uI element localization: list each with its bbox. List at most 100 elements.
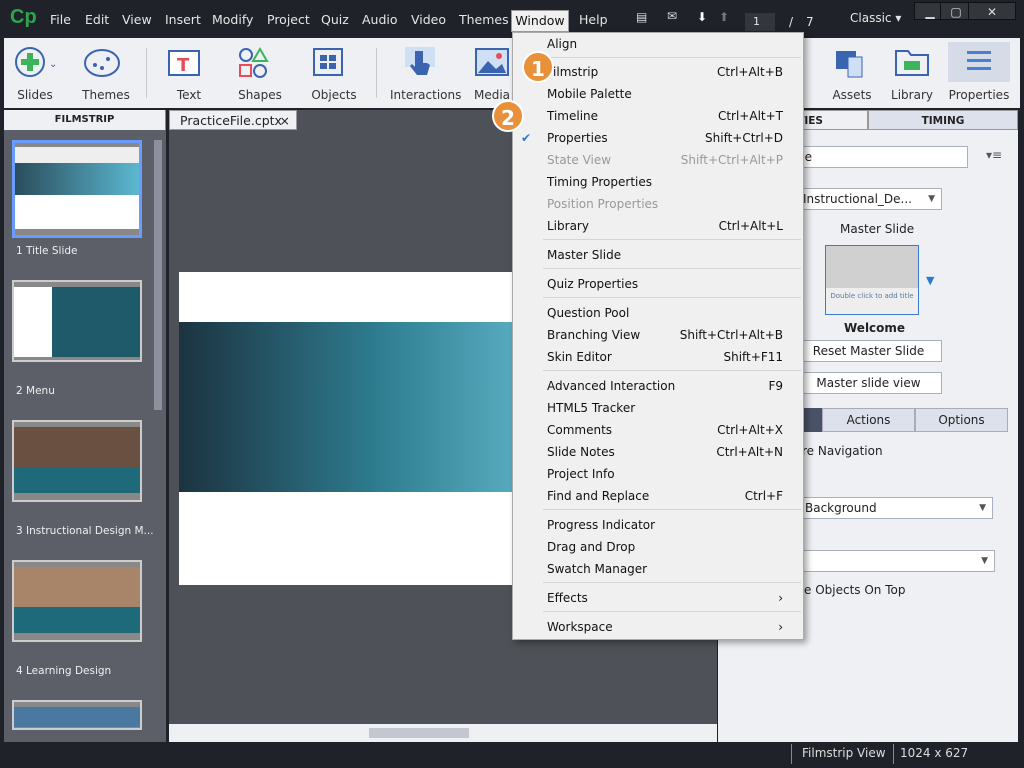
menu-item-label: Align bbox=[547, 37, 578, 51]
assets-button[interactable]: Assets bbox=[830, 44, 874, 102]
master-slide-label: Master Slide bbox=[840, 222, 915, 236]
menu-item-slide-notes[interactable]: Slide Notes Ctrl+Alt+N bbox=[513, 441, 803, 463]
menu-item-label: Advanced Interaction bbox=[547, 379, 676, 393]
menu-item-comments[interactable]: Comments Ctrl+Alt+X bbox=[513, 419, 803, 441]
master-slide-view-button[interactable]: Master slide view bbox=[795, 372, 942, 394]
menu-item-question-pool[interactable]: Question Pool bbox=[513, 302, 803, 324]
background-dropdown[interactable]: Background ▼ bbox=[798, 497, 993, 519]
menu-item-label: Effects bbox=[547, 591, 588, 605]
themes-button[interactable]: Themes bbox=[78, 44, 134, 102]
slides-button[interactable]: ⌄ Slides bbox=[10, 44, 60, 102]
master-theme-dropdown[interactable]: Instructional_De... ▼ bbox=[790, 188, 942, 210]
menu-item-workspace[interactable]: Workspace › bbox=[513, 616, 803, 638]
slide-thumbnail-5[interactable] bbox=[12, 700, 142, 730]
menu-item-label: Timing Properties bbox=[547, 175, 652, 189]
document-tab[interactable]: PracticeFile.cptx × bbox=[169, 110, 297, 130]
tab-timing[interactable]: TIMING bbox=[868, 110, 1018, 130]
menu-file[interactable]: File bbox=[50, 12, 71, 27]
slide-thumbnail-2[interactable] bbox=[12, 280, 142, 362]
menu-help[interactable]: Help bbox=[579, 12, 608, 27]
menu-item-library[interactable]: Library Ctrl+Alt+L bbox=[513, 215, 803, 237]
window-menu-active[interactable]: Window bbox=[511, 10, 569, 32]
menu-separator bbox=[543, 297, 801, 298]
menu-item-label: Skin Editor bbox=[547, 350, 612, 364]
slide-thumbnail-3[interactable] bbox=[12, 420, 142, 502]
menu-item-advanced-interaction[interactable]: Advanced Interaction F9 bbox=[513, 375, 803, 397]
workspace-dropdown[interactable]: Classic ▾ bbox=[850, 11, 901, 25]
menu-item-label: Question Pool bbox=[547, 306, 630, 320]
menu-item-html5-tracker[interactable]: HTML5 Tracker bbox=[513, 397, 803, 419]
interactions-button[interactable]: Interactions bbox=[390, 44, 461, 102]
menu-item-find-and-replace[interactable]: Find and Replace Ctrl+F bbox=[513, 485, 803, 507]
menu-audio[interactable]: Audio bbox=[362, 12, 398, 27]
reset-master-slide-button[interactable]: Reset Master Slide bbox=[795, 340, 942, 362]
objects-button[interactable]: Objects bbox=[308, 44, 360, 102]
menu-item-effects[interactable]: Effects › bbox=[513, 587, 803, 609]
master-slide-thumbnail[interactable]: Double click to add title bbox=[825, 245, 919, 315]
properties-button[interactable]: Properties bbox=[948, 42, 1010, 102]
toolbar-divider bbox=[146, 48, 147, 98]
close-tab-icon[interactable]: × bbox=[280, 111, 290, 131]
filmstrip-panel: FILMSTRIP 1 Title Slide 2 Menu 3 Instruc… bbox=[4, 110, 166, 742]
mail-icon[interactable]: ✉ bbox=[667, 9, 677, 23]
hand-pointer-icon bbox=[405, 47, 435, 75]
library-button[interactable]: Library bbox=[890, 44, 934, 102]
menu-item-shortcut: Ctrl+Alt+L bbox=[718, 219, 783, 233]
close-button[interactable]: ✕ bbox=[968, 2, 1016, 20]
slide-label: 3 Instructional Design M... bbox=[16, 525, 154, 537]
window-menu-dropdown: Align Filmstrip Ctrl+Alt+B Mobile Palette Ti… bbox=[512, 32, 804, 640]
menu-item-drag-and-drop[interactable]: Drag and Drop bbox=[513, 536, 803, 558]
color-dropdown[interactable]: ▼ bbox=[798, 550, 995, 572]
tab-actions[interactable]: Actions bbox=[822, 408, 915, 432]
menu-project[interactable]: Project bbox=[267, 12, 310, 27]
tab-options[interactable]: Options bbox=[915, 408, 1008, 432]
menu-item-timeline[interactable]: Timeline Ctrl+Alt+T bbox=[513, 105, 803, 127]
menu-item-label: Branching View bbox=[547, 328, 641, 342]
shapes-button[interactable]: Shapes bbox=[234, 44, 286, 102]
menu-view[interactable]: View bbox=[122, 12, 152, 27]
folder-icon bbox=[895, 50, 929, 76]
menu-item-branching-view[interactable]: Branching View Shift+Ctrl+Alt+B bbox=[513, 324, 803, 346]
menu-edit[interactable]: Edit bbox=[85, 12, 109, 27]
menu-item-label: Comments bbox=[547, 423, 613, 437]
menu-item-shortcut: F9 bbox=[768, 379, 783, 393]
filmstrip-scrollbar[interactable] bbox=[154, 140, 162, 410]
text-button[interactable]: T Text bbox=[164, 44, 214, 102]
menu-item-label: State View bbox=[547, 153, 612, 167]
menu-video[interactable]: Video bbox=[411, 12, 446, 27]
menu-item-position-properties: Position Properties bbox=[513, 193, 803, 215]
page-number-input[interactable]: 1 bbox=[745, 13, 775, 31]
status-divider bbox=[791, 744, 792, 764]
master-dropdown-arrow-icon[interactable]: ▼ bbox=[926, 274, 934, 287]
menu-item-properties[interactable]: ✔ Properties Shift+Ctrl+D bbox=[513, 127, 803, 149]
menu-item-skin-editor[interactable]: Skin Editor Shift+F11 bbox=[513, 346, 803, 368]
arrow-down-icon[interactable]: ⬇ bbox=[697, 10, 707, 24]
menu-item-filmstrip[interactable]: Filmstrip Ctrl+Alt+B bbox=[513, 61, 803, 83]
menu-item-label: Mobile Palette bbox=[547, 87, 632, 101]
slide-thumbnail-1[interactable] bbox=[12, 140, 142, 238]
preview-icon[interactable]: ▤ bbox=[636, 10, 647, 24]
menu-item-timing-properties[interactable]: Timing Properties bbox=[513, 171, 803, 193]
menu-themes[interactable]: Themes bbox=[459, 12, 509, 27]
menu-item-master-slide[interactable]: Master Slide bbox=[513, 244, 803, 266]
menu-item-align[interactable]: Align bbox=[513, 33, 803, 55]
media-button[interactable]: Media bbox=[472, 44, 512, 102]
menu-modify[interactable]: Modify bbox=[212, 12, 253, 27]
arrow-up-icon[interactable]: ⬆ bbox=[719, 10, 729, 24]
captivate-logo: Cp bbox=[10, 6, 37, 28]
menu-item-swatch-manager[interactable]: Swatch Manager bbox=[513, 558, 803, 580]
horizontal-scrollbar[interactable] bbox=[169, 724, 717, 742]
menu-item-mobile-palette[interactable]: Mobile Palette bbox=[513, 83, 803, 105]
menu-quiz[interactable]: Quiz bbox=[321, 12, 349, 27]
menu-item-quiz-properties[interactable]: Quiz Properties bbox=[513, 273, 803, 295]
panel-menu-icon[interactable]: ▾≡ bbox=[986, 148, 1002, 162]
menu-item-label: Slide Notes bbox=[547, 445, 615, 459]
slide-thumbnail-4[interactable] bbox=[12, 560, 142, 642]
menu-item-shortcut: Ctrl+Alt+X bbox=[717, 423, 783, 437]
slide-name-input[interactable]: de bbox=[790, 146, 968, 168]
menu-item-project-info[interactable]: Project Info bbox=[513, 463, 803, 485]
submenu-arrow-icon: › bbox=[778, 591, 783, 605]
menu-insert[interactable]: Insert bbox=[165, 12, 201, 27]
toolbar-divider bbox=[376, 48, 377, 98]
menu-item-progress-indicator[interactable]: Progress Indicator bbox=[513, 514, 803, 536]
